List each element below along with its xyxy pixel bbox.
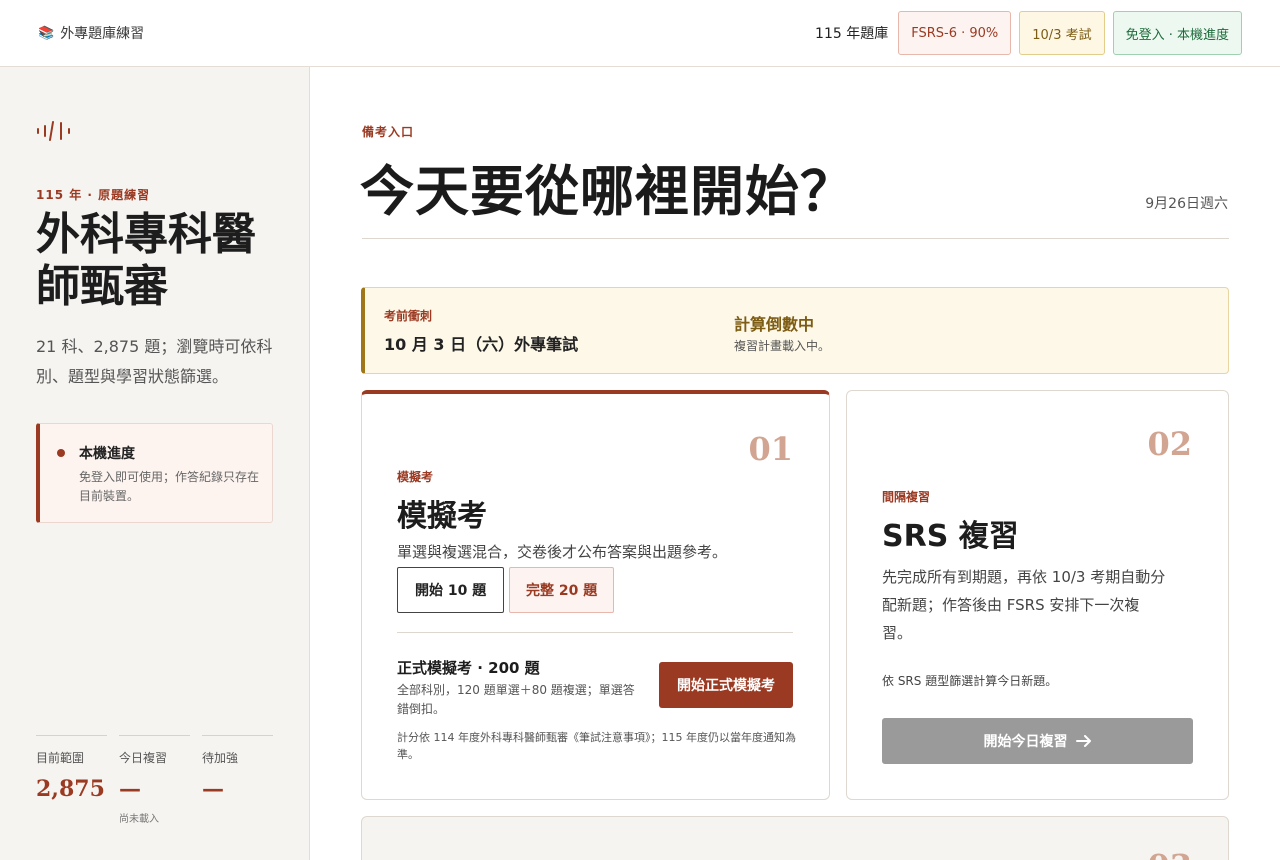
- scoring-footnote: 計分依 114 年度外科專科醫師甄審《筆試注意事項》；115 年度仍以當年度通知…: [397, 731, 796, 761]
- mock-eyebrow: 模擬考: [397, 470, 434, 484]
- srs-title: SRS 複習: [882, 519, 1019, 554]
- stat-needs-work: 待加強 —: [202, 735, 273, 825]
- sidebar: 115 年 · 原題練習 外科專科醫師甄審 21 科、2,875 題；瀏覽時可依…: [0, 67, 310, 860]
- card-number: 03: [1147, 847, 1192, 860]
- books-icon: 📚: [38, 25, 55, 41]
- mock-description: 單選與複選混合，交卷後才公布答案與出題參考。: [397, 543, 728, 561]
- stat-value: 2,875: [36, 776, 105, 802]
- stat-current-range: 目前範圍 2,875: [36, 735, 107, 825]
- srs-review-card: 02 間隔複習 SRS 複習 先完成所有到期題，再依 10/3 考期自動分配新題…: [846, 390, 1229, 800]
- local-progress-badge[interactable]: 免登入 · 本機進度: [1112, 11, 1242, 55]
- full-20-button[interactable]: 完整 20 題: [509, 567, 615, 613]
- card-number: 01: [748, 430, 793, 468]
- srs-eyebrow: 間隔複習: [882, 490, 931, 504]
- start-today-review-label: 開始今日複習: [983, 734, 1068, 750]
- srs-note: 依 SRS 題型篩選計算今日新題。: [882, 674, 1058, 688]
- sidebar-description: 21 科、2,875 題；瀏覽時可依科別、題型與學習狀態篩選。: [36, 337, 273, 386]
- stats-row: 目前範圍 2,875 今日複習 — 尚未載入 待加強 —: [36, 735, 273, 825]
- fsrs-badge[interactable]: FSRS-6 · 90%: [898, 11, 1012, 55]
- arrow-right-icon: [1075, 735, 1091, 747]
- stat-label: 待加強: [202, 751, 239, 765]
- exam-date-badge[interactable]: 10/3 考試: [1019, 11, 1105, 55]
- stat-today-review: 今日複習 — 尚未載入: [119, 735, 190, 825]
- page-title: 今天要從哪裡開始？: [360, 160, 855, 223]
- countdown-exam-title: 10 月 3 日（六）外專筆試: [384, 335, 579, 354]
- divider: [362, 238, 1229, 239]
- mock-exam-card: 01 模擬考 模擬考 單選與複選混合，交卷後才公布答案與出題參考。 開始 10 …: [361, 390, 830, 800]
- start-10-button[interactable]: 開始 10 題: [397, 567, 505, 613]
- countdown-label: 考前衝刺: [384, 309, 433, 323]
- local-progress-text: 免登入即可使用；作答紀錄只存在目前裝置。: [79, 470, 260, 503]
- top-bar: 📚 外專題庫練習 115 年題庫 FSRS-6 · 90% 10/3 考試 免登…: [0, 0, 1280, 67]
- brand[interactable]: 📚 外專題庫練習: [38, 23, 144, 43]
- card-number: 02: [1147, 425, 1192, 463]
- start-today-review-button[interactable]: 開始今日複習: [882, 718, 1193, 764]
- formal-exam-title: 正式模擬考 · 200 題: [397, 659, 540, 677]
- countdown-status: 計算倒數中: [734, 315, 815, 334]
- current-date: 9月26日週六: [1145, 196, 1228, 212]
- sidebar-title: 外科專科醫師甄審: [36, 209, 256, 312]
- stat-value: —: [119, 776, 141, 802]
- srs-description: 先完成所有到期題，再依 10/3 考期自動分配新題；作答後由 FSRS 安排下一…: [882, 568, 1166, 642]
- stat-label: 今日複習: [119, 751, 168, 765]
- stat-label: 目前範圍: [36, 751, 85, 765]
- top-right-group: 115 年題庫 FSRS-6 · 90% 10/3 考試 免登入 · 本機進度: [815, 11, 1242, 55]
- start-formal-exam-button[interactable]: 開始正式模擬考: [659, 662, 793, 708]
- countdown-sub: 複習計畫載入中。: [734, 339, 831, 353]
- main-content: 備考入口 今天要從哪裡開始？ 9月26日週六 考前衝刺 10 月 3 日（六）外…: [310, 67, 1280, 860]
- stat-sub: 尚未載入: [119, 814, 159, 825]
- mock-title: 模擬考: [397, 499, 487, 534]
- formal-exam-description: 全部科別，120 題單選＋80 題複選；單選答錯倒扣。: [397, 683, 635, 716]
- sound-wave-icon: [37, 121, 70, 141]
- brand-label: 外專題庫練習: [60, 26, 145, 42]
- question-bank-label: 115 年題庫: [815, 26, 889, 42]
- divider: [397, 632, 793, 633]
- sidebar-eyebrow: 115 年 · 原題練習: [36, 188, 151, 202]
- status-dot-icon: [57, 449, 65, 457]
- third-card: 03: [361, 816, 1229, 860]
- local-progress-card: 本機進度 免登入即可使用；作答紀錄只存在目前裝置。: [36, 423, 273, 523]
- countdown-banner: 考前衝刺 10 月 3 日（六）外專筆試 計算倒數中 複習計畫載入中。: [361, 287, 1229, 374]
- stat-value: —: [202, 776, 224, 802]
- local-progress-title: 本機進度: [79, 446, 135, 462]
- main-eyebrow: 備考入口: [362, 125, 415, 139]
